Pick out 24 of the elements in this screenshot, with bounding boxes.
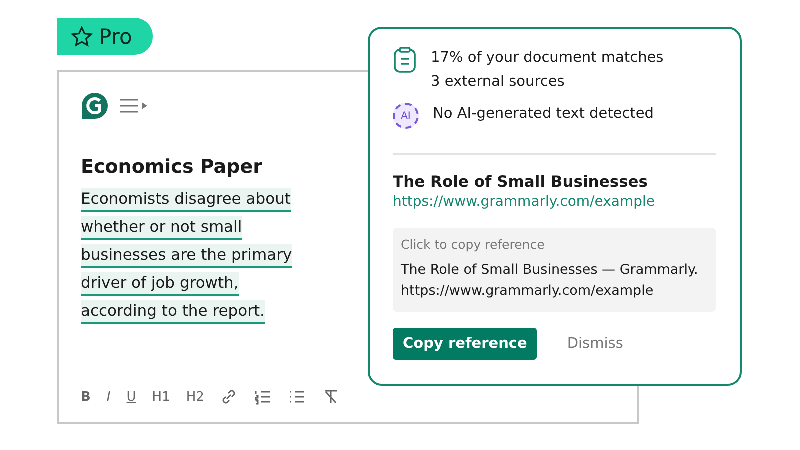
reference-hint: Click to copy reference [401,237,546,252]
menu-icon[interactable] [119,98,147,114]
numbered-list-icon[interactable] [254,388,272,406]
format-button[interactable]: B [81,390,91,404]
source-link[interactable]: https://www.grammarly.com/example [393,194,716,210]
finding-text: 17% of your document matches [431,49,664,68]
document-title: Economics Paper [81,156,264,178]
reference-text: The Role of Small Businesses — Grammarly. [401,261,700,280]
reference-url: https://www.grammarly.com/example [401,282,655,301]
finding-text: 3 external sources [431,73,566,92]
format-button[interactable]: U [126,390,136,404]
format-button[interactable]: I [106,390,111,404]
logo-icon [81,92,109,120]
source-title: The Role of Small Businesses [393,173,650,191]
dismiss-button[interactable]: Dismiss [557,328,634,360]
finding-text: No AI-generated text detected [433,105,654,124]
format-button[interactable]: H1 [152,390,170,404]
reference-box[interactable]: Click to copy reference The Role of Small Businesses — Grammarly. https://www.grammarly.com/example [393,228,716,312]
format-button[interactable]: H2 [186,390,204,404]
ai-badge-icon: AI [393,103,419,129]
badge-label: Pro [99,24,132,48]
copy-button[interactable]: Copy reference [393,328,538,360]
star-icon [71,26,93,48]
clipboard-icon [393,47,417,73]
